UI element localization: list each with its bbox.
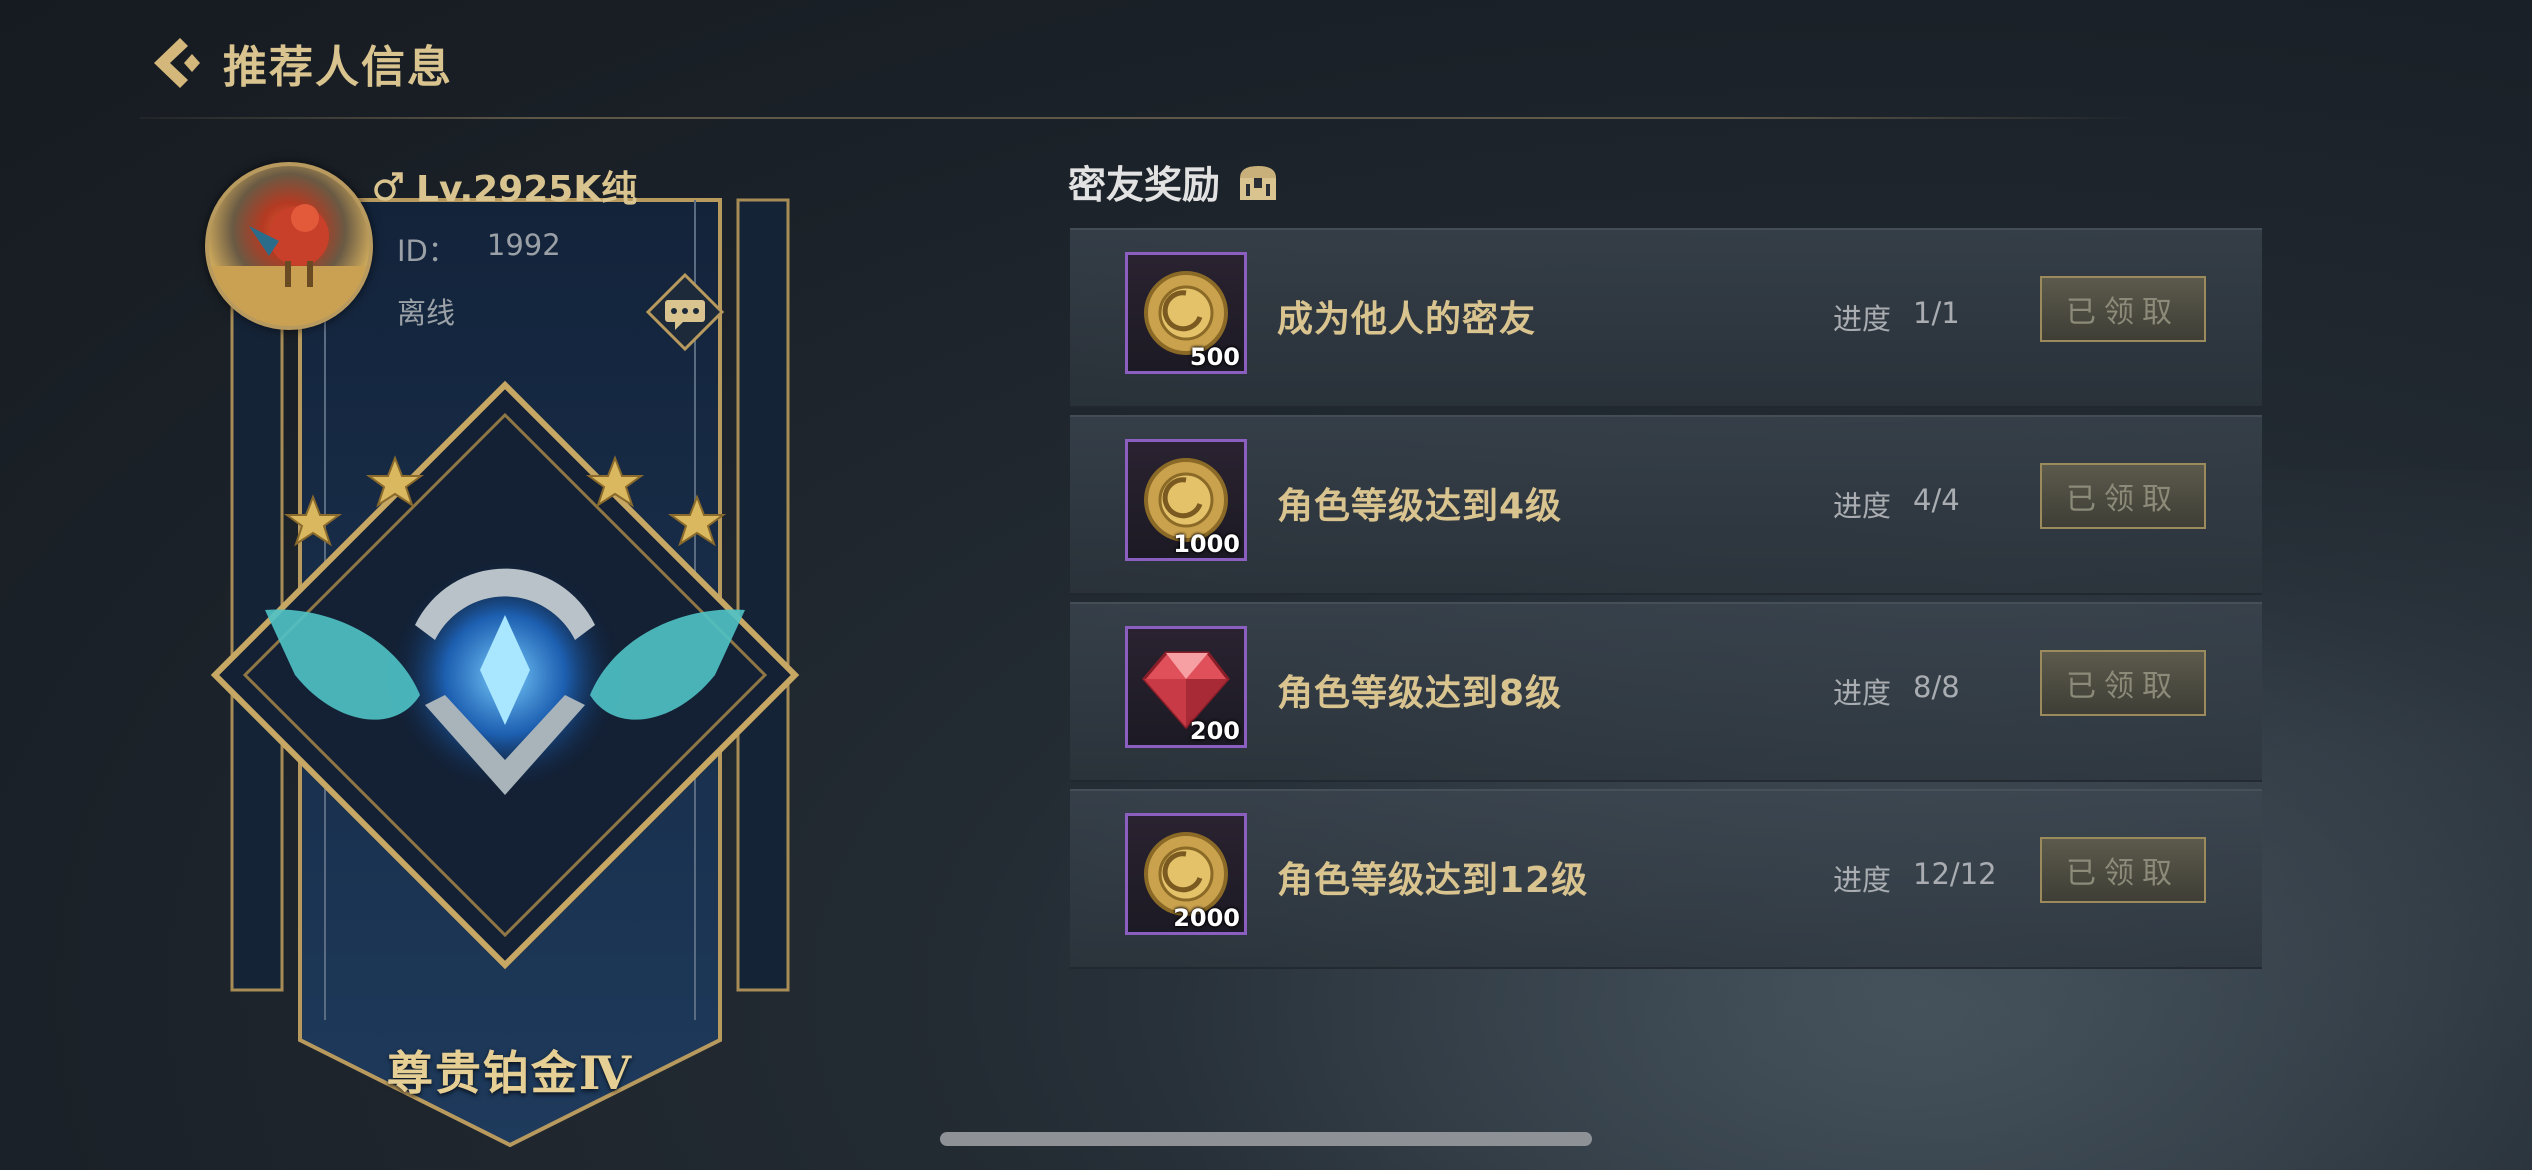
chat-bubble-icon[interactable] xyxy=(645,272,725,352)
progress-label: 进度 xyxy=(1833,489,1892,523)
id-label: ID： xyxy=(397,234,457,268)
reward-item-slot[interactable]: 1000 xyxy=(1125,439,1247,561)
reward-item-slot[interactable]: 500 xyxy=(1125,252,1247,374)
chevron-left-icon[interactable] xyxy=(145,33,205,93)
progress-value: 1/1 xyxy=(1913,296,1960,330)
claimed-button[interactable]: 已领取 xyxy=(2040,650,2206,716)
reward-list: 500 成为他人的密友 进度 1/1 已领取 1000 角色等级达到4级 进度 … xyxy=(1070,228,2262,976)
progress-label: 进度 xyxy=(1833,863,1892,897)
reward-progress: 进度 1/1 xyxy=(1833,296,1960,338)
id-value: 1992 xyxy=(486,228,561,262)
progress-value: 12/12 xyxy=(1913,857,1997,891)
item-count: 1000 xyxy=(1173,530,1240,558)
progress-label: 进度 xyxy=(1833,676,1892,710)
rewards-header: 密友奖励 xyxy=(1068,154,1280,209)
reward-progress: 进度 4/4 xyxy=(1833,483,1960,525)
rank-emblem xyxy=(210,380,800,970)
reward-row: 1000 角色等级达到4级 进度 4/4 已领取 xyxy=(1070,415,2262,595)
male-icon xyxy=(374,172,403,201)
treasure-chest-icon[interactable] xyxy=(1236,160,1280,204)
reward-row: 500 成为他人的密友 进度 1/1 已领取 xyxy=(1070,228,2262,408)
section-title: 密友奖励 xyxy=(1068,163,1221,207)
avatar[interactable] xyxy=(205,162,373,330)
reward-row: 200 角色等级达到8级 进度 8/8 已领取 xyxy=(1070,602,2262,782)
player-level: Lv.2925K纯 xyxy=(416,169,638,210)
reward-item-slot[interactable]: 2000 xyxy=(1125,813,1247,935)
reward-description: 角色等级达到8级 xyxy=(1277,673,1563,714)
level-row: Lv.2925K纯 xyxy=(372,160,637,212)
reward-row: 2000 角色等级达到12级 进度 12/12 已领取 xyxy=(1070,789,2262,969)
item-count: 500 xyxy=(1189,343,1240,371)
claimed-button[interactable]: 已领取 xyxy=(2040,837,2206,903)
claimed-button[interactable]: 已领取 xyxy=(2040,276,2206,342)
progress-value: 8/8 xyxy=(1913,670,1960,704)
progress-value: 4/4 xyxy=(1913,483,1960,517)
page-header: 推荐人信息 xyxy=(145,28,453,98)
header-divider xyxy=(140,117,2140,119)
reward-progress: 进度 8/8 xyxy=(1833,670,1960,712)
reward-progress: 进度 12/12 xyxy=(1833,857,1997,899)
rank-name: 尊贵铂金Ⅳ xyxy=(386,1046,634,1100)
home-indicator[interactable] xyxy=(940,1132,1592,1146)
reward-item-slot[interactable]: 200 xyxy=(1125,626,1247,748)
rank-plate: 尊贵铂金Ⅳ xyxy=(310,1030,710,1110)
claimed-button[interactable]: 已领取 xyxy=(2040,463,2206,529)
reward-description: 角色等级达到12级 xyxy=(1277,860,1589,901)
item-count: 2000 xyxy=(1173,904,1240,932)
item-count: 200 xyxy=(1189,717,1240,745)
player-id-row: ID： 1992 xyxy=(397,228,561,270)
online-status: 离线 xyxy=(397,296,456,330)
progress-label: 进度 xyxy=(1833,302,1892,336)
page-title: 推荐人信息 xyxy=(223,42,453,93)
reward-description: 成为他人的密友 xyxy=(1277,299,1537,340)
reward-description: 角色等级达到4级 xyxy=(1277,486,1563,527)
